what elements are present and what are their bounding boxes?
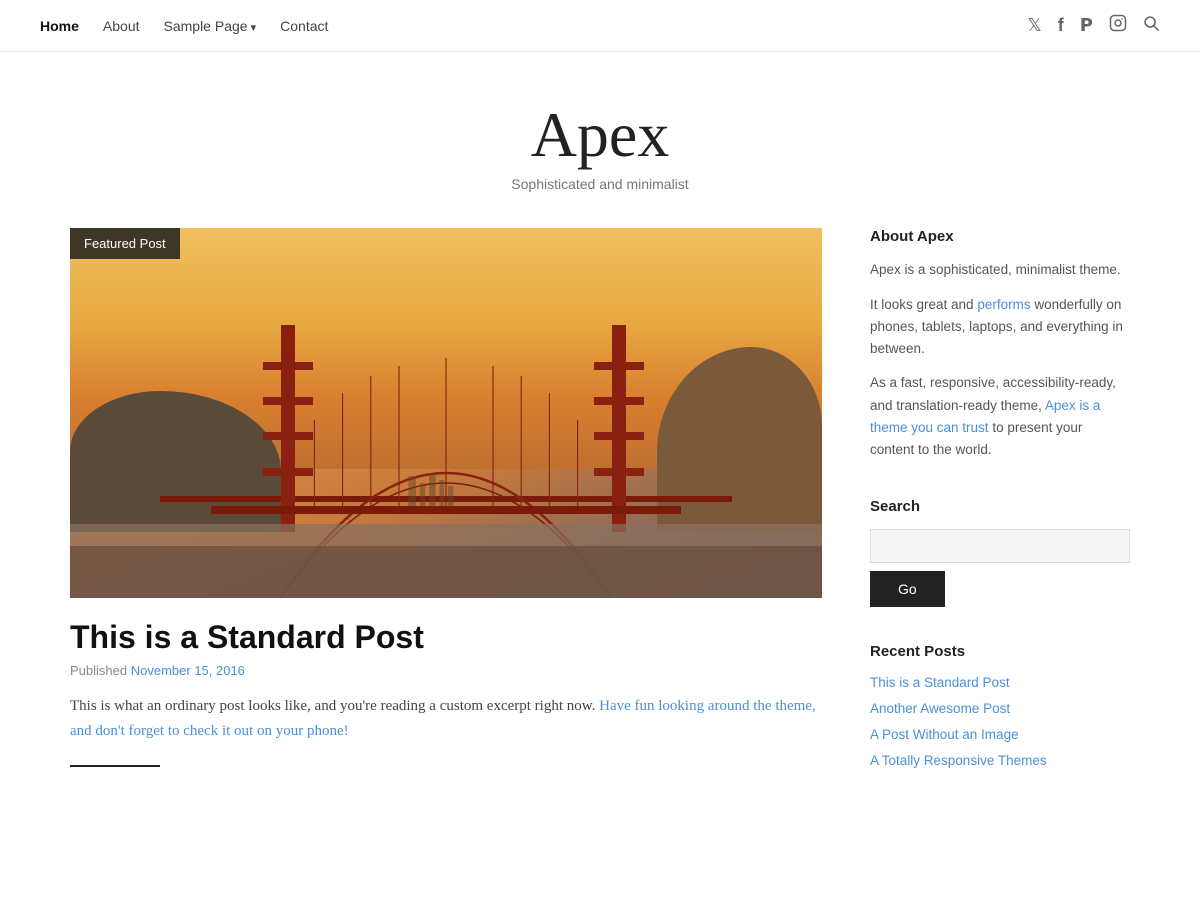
post-meta: Published November 15, 2016 [70,663,822,678]
post-divider [70,765,160,767]
published-label: Published [70,663,127,678]
nav-sample-page[interactable]: Sample Page [164,18,257,34]
post-title[interactable]: This is a Standard Post [70,618,822,656]
about-widget-title: About Apex [870,228,1130,245]
list-item: This is a Standard Post [870,674,1130,692]
about-p1: Apex is a sophisticated, minimalist them… [870,259,1130,281]
pinterest-icon[interactable]: 𝗣 [1080,15,1093,36]
nav-contact[interactable]: Contact [280,18,328,34]
instagram-icon[interactable] [1109,14,1127,37]
featured-badge: Featured Post [70,228,180,259]
recent-post-link-3[interactable]: A Post Without an Image [870,727,1019,742]
featured-image-wrap: Featured Post [70,228,822,598]
nav-about[interactable]: About [103,18,140,34]
search-button[interactable]: Go [870,571,945,607]
about-performs-link[interactable]: performs [977,297,1030,312]
page-wrap: Featured Post [30,228,1170,805]
hero-image [70,228,822,598]
nav-social-icons: 𝕏 f 𝗣 [1027,14,1160,37]
recent-post-link-4[interactable]: A Totally Responsive Themes [870,753,1047,768]
search-input[interactable] [870,529,1130,563]
post-date[interactable]: November 15, 2016 [131,663,245,678]
recent-posts-list: This is a Standard Post Another Awesome … [870,674,1130,770]
list-item: A Post Without an Image [870,726,1130,744]
recent-post-link-1[interactable]: This is a Standard Post [870,675,1010,690]
site-title: Apex [0,100,1200,170]
recent-post-link-2[interactable]: Another Awesome Post [870,701,1010,716]
recent-posts-widget: Recent Posts This is a Standard Post Ano… [870,643,1130,770]
facebook-icon[interactable]: f [1058,15,1064,36]
search-widget: Search Go [870,498,1130,607]
site-tagline: Sophisticated and minimalist [0,176,1200,192]
main-nav: Home About Sample Page Contact 𝕏 f 𝗣 [0,0,1200,52]
site-header: Apex Sophisticated and minimalist [0,52,1200,228]
excerpt-text: This is what an ordinary post looks like… [70,698,816,740]
search-widget-title: Search [870,498,1130,515]
about-widget: About Apex Apex is a sophisticated, mini… [870,228,1130,461]
recent-posts-title: Recent Posts [870,643,1130,660]
list-item: Another Awesome Post [870,700,1130,718]
twitter-icon[interactable]: 𝕏 [1027,15,1042,36]
search-icon[interactable] [1143,15,1160,37]
post-excerpt: This is what an ordinary post looks like… [70,694,822,745]
main-content: Featured Post [70,228,822,805]
list-item: A Totally Responsive Themes [870,752,1130,770]
about-p2: It looks great and performs wonderfully … [870,294,1130,361]
about-p3: As a fast, responsive, accessibility-rea… [870,372,1130,461]
sidebar: About Apex Apex is a sophisticated, mini… [870,228,1130,805]
nav-links: Home About Sample Page Contact [40,18,328,34]
excerpt-link[interactable]: Have fun looking around the theme, and d… [70,698,816,740]
about-apex-link[interactable]: Apex is a theme you can trust [870,398,1100,435]
nav-home[interactable]: Home [40,18,79,34]
